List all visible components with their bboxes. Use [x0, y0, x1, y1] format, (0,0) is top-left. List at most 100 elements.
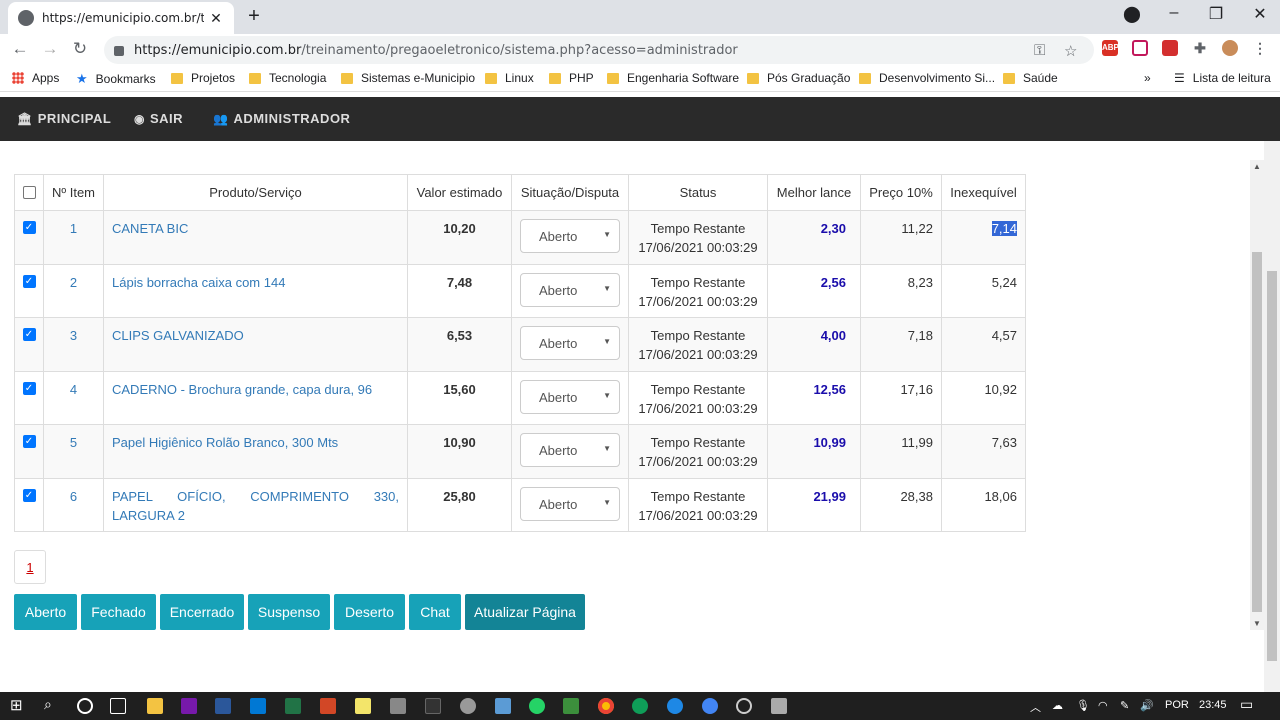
table-scrollbar[interactable]: ▲ ▼	[1250, 160, 1264, 630]
extensions-puzzle-icon[interactable]: ✚	[1192, 40, 1208, 56]
edge-icon[interactable]	[632, 698, 648, 714]
pdf-icon[interactable]	[1162, 40, 1178, 56]
item-product-link[interactable]: PAPEL OFÍCIO, COMPRIMENTO 330, LARGURA 2	[103, 477, 408, 532]
file-explorer-icon[interactable]	[147, 698, 163, 714]
clock-app-icon[interactable]	[736, 698, 752, 714]
bookmark-apps[interactable]: Apps	[12, 71, 59, 85]
network-app-icon[interactable]	[563, 698, 579, 714]
restore-button[interactable]: ❐	[1204, 4, 1228, 24]
scroll-up-icon[interactable]: ▲	[1250, 162, 1264, 171]
minimize-button[interactable]: –	[1162, 4, 1186, 22]
new-tab-button[interactable]: +	[244, 5, 264, 28]
atualizar-pagina-button[interactable]: Atualizar Página	[465, 594, 585, 630]
menu-dots-icon[interactable]: ⋮	[1252, 40, 1268, 56]
page-scrollbar[interactable]	[1264, 141, 1280, 692]
forward-icon[interactable]: →	[40, 39, 60, 59]
row-checkbox[interactable]: ✓	[22, 381, 36, 395]
row-checkbox[interactable]: ✓	[22, 274, 36, 288]
terminal-icon[interactable]	[425, 698, 441, 714]
row-checkbox[interactable]: ✓	[22, 221, 36, 234]
chat-app-icon[interactable]	[702, 698, 718, 714]
key-icon[interactable]: ⚿	[1034, 42, 1045, 59]
item-number[interactable]: 5	[43, 424, 104, 479]
search-icon[interactable]: ⌕	[44, 696, 60, 712]
encerrado-button[interactable]: Encerrado	[160, 594, 244, 630]
situacao-select[interactable]: Aberto ▼	[520, 219, 620, 253]
cloud-icon[interactable]: ☁	[1052, 699, 1063, 712]
notifications-icon[interactable]: ▭	[1240, 696, 1253, 713]
situacao-select[interactable]: Aberto ▼	[520, 486, 620, 521]
wifi-icon[interactable]: ◠	[1098, 699, 1108, 712]
reading-list[interactable]: ☰ Lista de leitura	[1174, 71, 1271, 85]
pen-icon[interactable]: ✎	[1120, 699, 1129, 712]
bookmark-tecnologia[interactable]: Tecnologia	[249, 71, 326, 85]
nav-principal[interactable]: 🏛 PRINCIPAL	[17, 111, 111, 126]
photos-icon[interactable]	[771, 698, 787, 714]
word-icon[interactable]	[215, 698, 231, 714]
whatsapp-icon[interactable]	[529, 698, 545, 714]
lightning-icon[interactable]	[495, 698, 511, 714]
nav-sair[interactable]: ◉ SAIR	[134, 111, 183, 126]
bookmark-bookmarks[interactable]: ★ Bookmarks	[76, 71, 156, 87]
pagination-page-1[interactable]: 1	[14, 550, 46, 584]
excel-icon[interactable]	[285, 698, 301, 714]
bookmarks-overflow-button[interactable]: »	[1144, 71, 1151, 85]
aberto-button[interactable]: Aberto	[14, 594, 77, 630]
back-icon[interactable]: ←	[10, 39, 30, 59]
item-number[interactable]: 1	[43, 210, 104, 265]
tool-icon[interactable]	[390, 698, 406, 714]
browser-tab[interactable]: https://emunicipio.com.br/treina ✕	[8, 2, 234, 34]
item-product-link[interactable]: Papel Higiênico Rolão Branco, 300 Mts	[103, 424, 408, 479]
nav-administrador[interactable]: 👥 ADMINISTRADOR	[213, 111, 350, 126]
reload-icon[interactable]: ↻	[70, 39, 90, 59]
situacao-select[interactable]: Aberto ▼	[520, 433, 620, 467]
bookmark-linux[interactable]: Linux	[485, 71, 534, 85]
address-bar[interactable]: https://emunicipio.com.br/treinamento/pr…	[104, 36, 1094, 64]
onenote-icon[interactable]	[181, 698, 197, 714]
windows-start-icon[interactable]: ⊞	[10, 696, 26, 714]
pocket-icon[interactable]	[1132, 40, 1148, 56]
profile-menu-icon[interactable]: ⬤	[1120, 4, 1144, 24]
situacao-select[interactable]: Aberto ▼	[520, 326, 620, 360]
close-window-button[interactable]: ✕	[1248, 4, 1272, 24]
mic-icon[interactable]: 🎙	[1076, 699, 1090, 712]
mail-icon[interactable]	[250, 698, 266, 714]
row-checkbox[interactable]: ✓	[22, 488, 36, 502]
bookmark-projetos[interactable]: Projetos	[171, 71, 235, 85]
item-product-link[interactable]: CLIPS GALVANIZADO	[103, 317, 408, 372]
adblock-icon[interactable]: ABP	[1102, 40, 1119, 56]
app-icon[interactable]	[460, 698, 476, 714]
item-number[interactable]: 6	[43, 477, 104, 532]
powerpoint-icon[interactable]	[320, 698, 336, 714]
row-checkbox[interactable]: ✓	[22, 328, 36, 341]
bookmark-saude[interactable]: Saúde	[1003, 71, 1058, 85]
language-indicator[interactable]: POR	[1165, 699, 1189, 711]
item-product-link[interactable]: CADERNO - Brochura grande, capa dura, 96	[103, 370, 408, 425]
cortana-icon[interactable]	[77, 698, 93, 714]
bookmark-sistemas[interactable]: Sistemas e-Municipio	[341, 71, 475, 85]
select-all-checkbox[interactable]	[22, 186, 36, 199]
item-product-link[interactable]: CANETA BIC	[103, 210, 408, 265]
chat-button[interactable]: Chat	[409, 594, 461, 630]
page-scrollbar-thumb[interactable]	[1267, 271, 1277, 661]
clock[interactable]: 23:45	[1199, 699, 1227, 711]
deserto-button[interactable]: Deserto	[334, 594, 405, 630]
bookmark-engenharia[interactable]: Engenharia Software	[607, 71, 739, 85]
scroll-down-icon[interactable]: ▼	[1250, 619, 1264, 628]
tab-close-icon[interactable]: ✕	[208, 10, 224, 27]
item-product-link[interactable]: Lápis borracha caixa com 144	[103, 263, 408, 318]
notes-icon[interactable]	[355, 698, 371, 714]
task-view-icon[interactable]	[110, 698, 126, 714]
volume-icon[interactable]: 🔊	[1140, 699, 1154, 712]
bookmark-star-icon[interactable]: ☆	[1064, 42, 1077, 60]
bookmark-desenvolvimento[interactable]: Desenvolvimento Si...	[859, 71, 995, 85]
fechado-button[interactable]: Fechado	[81, 594, 156, 630]
chrome-icon[interactable]	[598, 698, 614, 714]
avatar[interactable]	[1222, 40, 1238, 56]
ie-icon[interactable]	[667, 698, 683, 714]
tray-chevron-icon[interactable]: ︿	[1030, 699, 1041, 715]
bookmark-php[interactable]: PHP	[549, 71, 594, 85]
bookmark-pos[interactable]: Pós Graduação	[747, 71, 850, 85]
scrollbar-thumb[interactable]	[1252, 252, 1262, 612]
situacao-select[interactable]: Aberto ▼	[520, 272, 620, 307]
